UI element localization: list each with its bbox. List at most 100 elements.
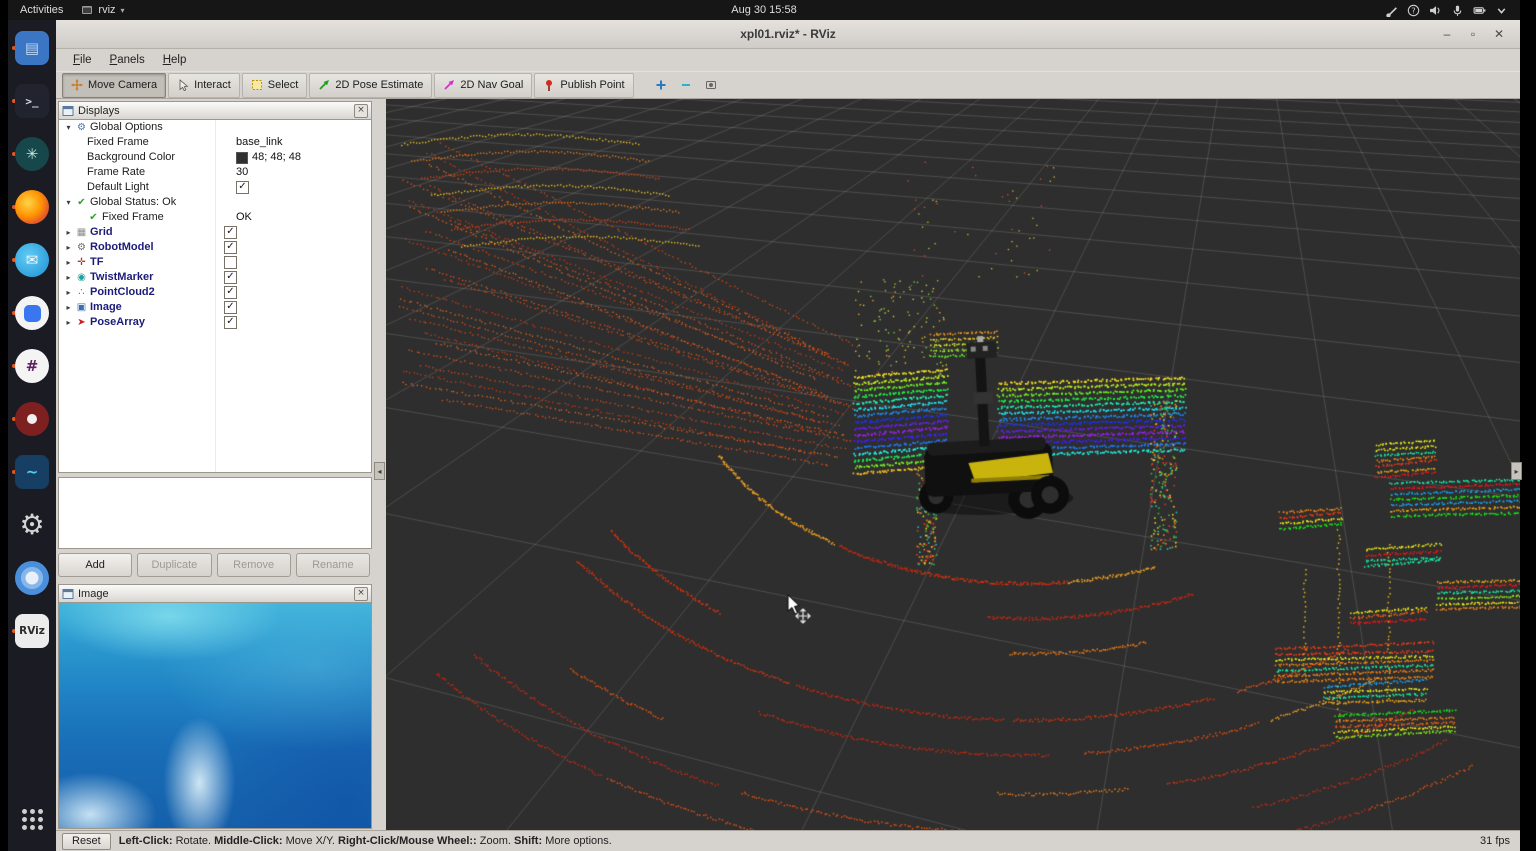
camera-image: [58, 603, 372, 829]
display-row-global-options[interactable]: ▾⚙Global Options: [59, 120, 371, 135]
display-row-background-color[interactable]: Background Color48; 48; 48: [59, 150, 371, 165]
tool-properties-button[interactable]: [700, 76, 722, 95]
minimize-button[interactable]: –: [1436, 24, 1458, 44]
dock-files[interactable]: ▤: [12, 28, 52, 68]
expander-icon[interactable]: ▸: [63, 285, 74, 300]
expander-icon[interactable]: ▸: [63, 240, 74, 255]
battery-icon: [1473, 4, 1486, 17]
dock-slack[interactable]: #: [12, 346, 52, 386]
activities-button[interactable]: Activities: [20, 4, 63, 16]
display-row-image[interactable]: ▸▣Image✓: [59, 300, 371, 315]
expander-icon[interactable]: ▸: [63, 315, 74, 330]
dock-chromium[interactable]: [12, 558, 52, 598]
status-hint-segment: Shift:: [514, 835, 542, 847]
displays-panel-header[interactable]: Displays ×: [58, 101, 372, 120]
menu-help[interactable]: Help: [154, 52, 196, 68]
rename-button: Rename: [296, 553, 370, 577]
display-row-global-status-ok[interactable]: ▾✔Global Status: Ok: [59, 195, 371, 210]
display-row-tf[interactable]: ▸✛TF: [59, 255, 371, 270]
expander-icon[interactable]: ▸: [63, 270, 74, 285]
display-name: Default Light: [86, 180, 149, 195]
close-displays-button[interactable]: ×: [354, 104, 368, 118]
close-button[interactable]: ✕: [1488, 24, 1510, 44]
terminal-icon: >_: [15, 84, 49, 118]
plotter-icon: ~: [15, 455, 49, 489]
tool-publish-point[interactable]: Publish Point: [534, 73, 633, 98]
plotter-glyph: ~: [26, 465, 39, 480]
image-panel-header[interactable]: Image ×: [58, 584, 372, 603]
app-menu[interactable]: rviz ▾: [81, 4, 124, 16]
menu-bar: FilePanelsHelp: [56, 49, 1520, 71]
remove-tool-button[interactable]: [675, 76, 697, 95]
display-row-fixed-frame[interactable]: Fixed Framebase_link: [59, 135, 371, 150]
displays-buttons: AddDuplicateRemoveRename: [58, 553, 372, 577]
display-row-pointcloud2[interactable]: ▸∴PointCloud2✓: [59, 285, 371, 300]
dock-thunderbird[interactable]: ✉: [12, 240, 52, 280]
display-row-twistmarker[interactable]: ▸◉TwistMarker✓: [59, 270, 371, 285]
fixed-frame-icon: ✔: [86, 210, 101, 225]
checkbox-image[interactable]: ✓: [224, 301, 237, 314]
display-row-default-light[interactable]: Default Light ✓: [59, 180, 371, 195]
tool-pose-estimate[interactable]: 2D Pose Estimate: [309, 73, 432, 98]
dock-plotter[interactable]: ~: [12, 452, 52, 492]
clock[interactable]: Aug 30 15:58: [8, 4, 1520, 16]
display-row-grid[interactable]: ▸▦Grid✓: [59, 225, 371, 240]
dock-signal[interactable]: [12, 293, 52, 333]
image-panel-icon: [62, 588, 74, 600]
display-name: Frame Rate: [86, 165, 145, 180]
display-row-posearray[interactable]: ▸➤PoseArray✓: [59, 315, 371, 330]
expander-icon[interactable]: ▸: [63, 225, 74, 240]
display-row-robotmodel[interactable]: ▸⚙RobotModel✓: [59, 240, 371, 255]
maximize-button[interactable]: ▫: [1462, 24, 1484, 44]
display-row-frame-rate[interactable]: Frame Rate30: [59, 165, 371, 180]
chromium-icon: [15, 561, 49, 595]
status-hint-segment: Zoom.: [477, 835, 514, 847]
3d-viewport[interactable]: ◂ ▸: [386, 99, 1520, 830]
viewport-canvas[interactable]: [386, 99, 1520, 830]
image-panel: Image ×: [58, 584, 372, 829]
settings-icon: ⚙: [15, 508, 49, 542]
checkbox-tf[interactable]: [224, 256, 237, 269]
checkbox-grid[interactable]: ✓: [224, 226, 237, 239]
reset-button[interactable]: Reset: [62, 833, 111, 850]
checkbox-posearray[interactable]: ✓: [224, 316, 237, 329]
tool-move-camera[interactable]: Move Camera: [62, 73, 166, 98]
system-tray[interactable]: ?: [1385, 4, 1520, 17]
dock-terminal[interactable]: >_: [12, 81, 52, 121]
twistmarker-icon: ◉: [74, 270, 89, 285]
checkbox-twistmarker[interactable]: ✓: [224, 271, 237, 284]
dock-firefox[interactable]: [12, 187, 52, 227]
dock-screen-recorder[interactable]: [12, 399, 52, 439]
firefox-icon: [15, 190, 49, 224]
dock-show-apps[interactable]: [12, 799, 52, 839]
display-row-fixed-frame[interactable]: ✔Fixed FrameOK: [59, 210, 371, 225]
add-button[interactable]: Add: [58, 553, 132, 577]
display-name: Image: [89, 300, 122, 315]
window-titlebar[interactable]: xpl01.rviz* - RViz – ▫ ✕: [56, 20, 1520, 49]
volume-icon: [1429, 4, 1442, 17]
tool-interact[interactable]: Interact: [168, 73, 240, 98]
expander-icon[interactable]: ▾: [63, 120, 74, 135]
close-image-button[interactable]: ×: [354, 587, 368, 601]
tool-nav-goal[interactable]: 2D Nav Goal: [434, 73, 532, 98]
expander-icon[interactable]: ▸: [63, 255, 74, 270]
menu-file[interactable]: File: [64, 52, 101, 68]
checkbox-pointcloud2[interactable]: ✓: [224, 286, 237, 299]
tool-label: Publish Point: [560, 79, 624, 91]
dock-rviz[interactable]: RViz: [12, 611, 52, 651]
checkbox-robotmodel[interactable]: ✓: [224, 241, 237, 254]
grid-icon: ▦: [74, 225, 89, 240]
tool-label: Interact: [194, 79, 231, 91]
tf-icon: ✛: [74, 255, 89, 270]
checkbox-default-light[interactable]: ✓: [236, 181, 249, 194]
splitter-arrow-left[interactable]: ◂: [374, 462, 385, 480]
tool-select[interactable]: Select: [242, 73, 308, 98]
panel-icon: [62, 588, 74, 600]
add-tool-button[interactable]: [650, 76, 672, 95]
expander-icon[interactable]: ▾: [63, 195, 74, 210]
dock-ros[interactable]: ✳: [12, 134, 52, 174]
menu-panels[interactable]: Panels: [101, 52, 154, 68]
splitter-arrow-right[interactable]: ▸: [1511, 462, 1522, 480]
expander-icon[interactable]: ▸: [63, 300, 74, 315]
dock-settings[interactable]: ⚙: [12, 505, 52, 545]
